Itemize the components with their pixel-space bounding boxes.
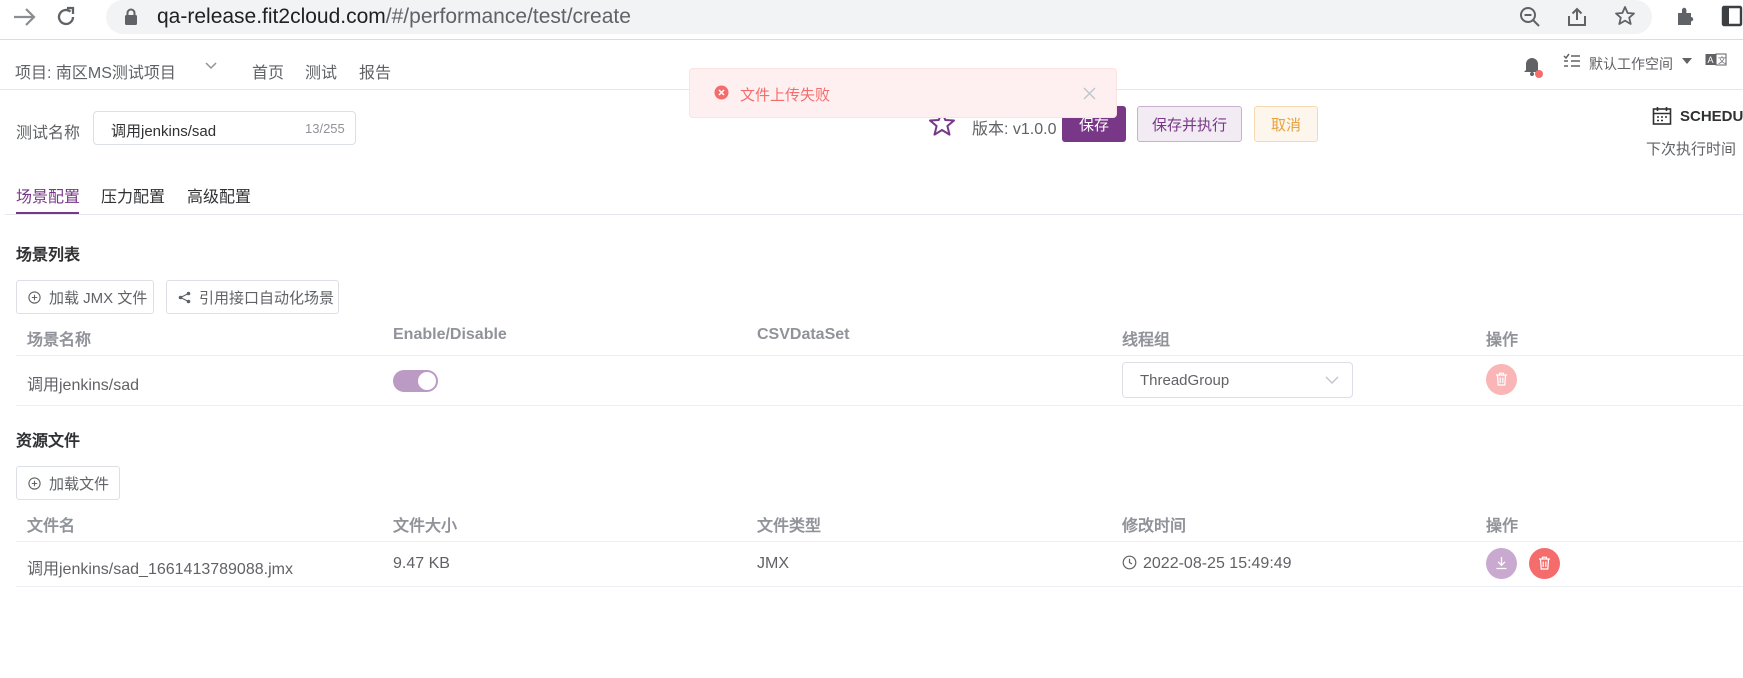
language-icon[interactable]: A文 (1705, 52, 1727, 68)
test-name-input[interactable]: 调用jenkins/sad 13/255 (93, 111, 356, 145)
url-text[interactable]: qa-release.fit2cloud.com/#/performance/t… (157, 5, 631, 29)
col-file-type: 文件类型 (757, 518, 822, 535)
test-name-value: 调用jenkins/sad (111, 123, 217, 140)
close-icon[interactable] (1083, 87, 1096, 100)
share-icon[interactable] (1565, 5, 1589, 29)
scene-enable-toggle[interactable] (393, 370, 438, 392)
browser-toolbar: qa-release.fit2cloud.com/#/performance/t… (0, 0, 1743, 40)
tabs-divider (5, 214, 1743, 215)
forward-icon[interactable] (12, 7, 38, 27)
bookmark-star-icon[interactable] (1613, 4, 1637, 28)
file-row-size: 9.47 KB (393, 555, 450, 572)
error-toast: 文件上传失败 (689, 68, 1117, 118)
side-panel-icon[interactable] (1721, 4, 1743, 28)
load-jmx-label: 加载 JMX 文件 (49, 289, 148, 307)
col-file-actions: 操作 (1486, 518, 1519, 535)
caret-down-icon[interactable] (1682, 58, 1692, 64)
lock-icon[interactable] (124, 8, 138, 25)
col-enable-disable: Enable/Disable (393, 326, 507, 343)
share-nodes-icon (178, 291, 191, 304)
bell-icon[interactable] (1522, 54, 1544, 78)
col-scene-actions: 操作 (1486, 332, 1519, 349)
workspace-list-icon[interactable] (1563, 53, 1581, 69)
col-file-name: 文件名 (27, 518, 76, 535)
nav-test[interactable]: 测试 (305, 59, 337, 83)
toggle-knob (418, 372, 436, 390)
save-and-run-button[interactable]: 保存并执行 (1137, 106, 1242, 142)
col-thread-group: 线程组 (1122, 332, 1171, 349)
delete-scene-button[interactable] (1486, 364, 1517, 395)
nav-home[interactable]: 首页 (252, 59, 284, 83)
thread-group-value: ThreadGroup (1140, 372, 1230, 389)
table-divider (16, 586, 1743, 587)
download-file-button[interactable] (1486, 548, 1517, 579)
next-run-label: 下次执行时间 (1646, 141, 1737, 158)
tab-pressure-config[interactable]: 压力配置 (101, 183, 165, 207)
error-circle-icon (714, 85, 729, 100)
tab-scene-config[interactable]: 场景配置 (16, 183, 80, 207)
scene-row-name: 调用jenkins/sad (27, 377, 140, 394)
version-label: 版本: v1.0.0 (972, 121, 1057, 138)
file-row-type: JMX (757, 555, 789, 572)
trash-icon (1538, 556, 1551, 570)
chevron-down-icon[interactable] (205, 62, 217, 70)
workspace-selector[interactable]: 默认工作空间 (1589, 54, 1673, 74)
svg-text:文: 文 (1718, 55, 1726, 65)
main-panel (5, 97, 1743, 678)
col-file-size: 文件大小 (393, 518, 458, 535)
table-divider (16, 405, 1743, 406)
tab-advanced-config[interactable]: 高级配置 (187, 183, 251, 207)
resource-files-title: 资源文件 (16, 433, 81, 450)
reference-api-label: 引用接口自动化场景 (199, 289, 335, 307)
col-scene-name: 场景名称 (27, 332, 92, 349)
file-row-modified: 2022-08-25 15:49:49 (1143, 555, 1292, 572)
svg-text:A: A (1708, 55, 1714, 65)
table-divider (16, 355, 1743, 356)
delete-file-button[interactable] (1529, 548, 1560, 579)
file-row-name: 调用jenkins/sad_1661413789088.jmx (27, 561, 293, 578)
project-selector[interactable]: 项目: 南区MS测试项目 (15, 59, 176, 83)
table-divider (16, 541, 1743, 542)
toast-message: 文件上传失败 (740, 87, 831, 104)
char-counter: 13/255 (305, 121, 345, 136)
extensions-icon[interactable] (1674, 4, 1698, 28)
scene-list-title: 场景列表 (16, 247, 81, 264)
plus-circle-icon (28, 476, 41, 490)
trash-icon (1495, 372, 1508, 386)
load-file-button[interactable]: 加载文件 (16, 466, 120, 500)
test-name-label: 测试名称 (16, 125, 81, 142)
col-modified-time: 修改时间 (1122, 518, 1187, 535)
select-arrow-icon (1325, 376, 1339, 385)
nav-report[interactable]: 报告 (359, 59, 391, 83)
thread-group-select[interactable]: ThreadGroup (1122, 362, 1353, 398)
calendar-icon (1652, 106, 1672, 126)
download-icon (1495, 556, 1508, 570)
reload-icon[interactable] (54, 5, 78, 29)
reference-api-scenario-button[interactable]: 引用接口自动化场景 (166, 280, 339, 314)
load-jmx-button[interactable]: 加载 JMX 文件 (16, 280, 154, 314)
schedule-title[interactable]: SCHEDULE (1680, 108, 1743, 125)
clock-icon (1122, 555, 1137, 570)
load-file-label: 加载文件 (49, 475, 110, 493)
zoom-icon[interactable] (1518, 5, 1542, 29)
cancel-button[interactable]: 取消 (1254, 106, 1318, 142)
col-csv-dataset: CSVDataSet (757, 326, 850, 343)
plus-circle-icon (28, 290, 41, 304)
